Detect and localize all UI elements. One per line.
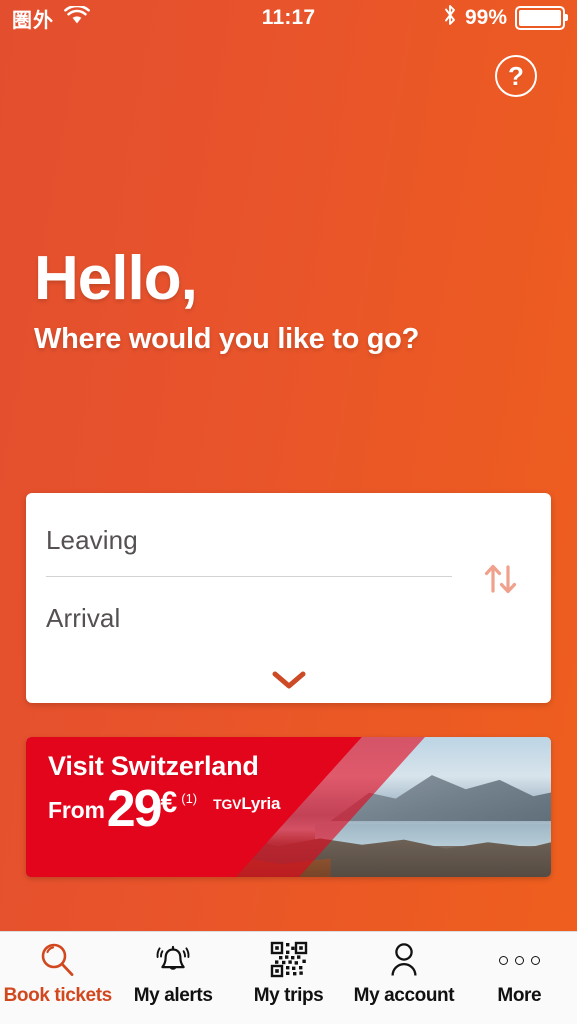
battery-full-icon	[515, 6, 568, 30]
dot	[530, 955, 540, 965]
wifi-icon	[64, 4, 90, 31]
tab-my-trips[interactable]: My trips	[231, 941, 346, 1007]
promo-from-label: From	[48, 797, 105, 823]
tab-label: Book tickets	[3, 985, 113, 1006]
promo-price-row: From 29 € (1) TGVLyria	[48, 780, 281, 839]
swap-vertical-arrows-icon[interactable]	[477, 555, 525, 603]
battery-percent-label: 99%	[464, 6, 507, 29]
leaving-input[interactable]: Leaving	[46, 525, 138, 556]
search-magnifier-icon	[38, 941, 78, 979]
promo-amount: 29	[106, 780, 163, 839]
field-divider	[46, 576, 452, 577]
status-bar-clock: 11:17	[261, 6, 316, 29]
search-card: Leaving Arrival	[26, 493, 551, 703]
three-dots-icon	[498, 941, 540, 979]
qr-code-icon	[269, 941, 309, 979]
chevron-down-icon	[272, 671, 305, 689]
tab-label: My alerts	[133, 985, 213, 1006]
lake-graphic	[314, 823, 551, 847]
promo-currency: €	[160, 786, 178, 819]
promo-banner[interactable]: Visit Switzerland From 29 € (1) TGVLyria	[26, 737, 551, 877]
arrival-input[interactable]: Arrival	[46, 603, 120, 634]
bluetooth-icon	[443, 4, 457, 32]
status-bar: 圏外 11:17 99%	[0, 0, 577, 36]
tab-my-alerts[interactable]: My alerts	[115, 941, 230, 1007]
dot	[514, 955, 524, 965]
tab-label: My trips	[253, 985, 324, 1006]
status-bar-left: 圏外	[12, 4, 262, 33]
promo-content: Visit Switzerland From 29 € (1) TGVLyria	[48, 751, 281, 839]
status-bar-right: 99%	[315, 4, 568, 32]
dot	[498, 955, 508, 965]
tab-book-tickets[interactable]: Book tickets	[0, 941, 115, 1007]
help-circle-icon[interactable]: ?	[495, 55, 537, 97]
bell-ringing-icon	[152, 941, 194, 979]
tab-label: My account	[353, 985, 455, 1006]
brand-prefix: TGV	[213, 796, 242, 812]
hero-greeting-block: Hello, Where would you like to go?	[34, 248, 419, 356]
person-icon	[384, 941, 424, 979]
page-title: Hello,	[34, 244, 198, 313]
expand-options-button[interactable]	[26, 667, 551, 693]
app-screen: 圏外 11:17 99% ? Hello, Where would you li…	[0, 0, 577, 1024]
promo-footnote: (1)	[181, 791, 198, 806]
tab-my-account[interactable]: My account	[346, 941, 461, 1007]
tab-more[interactable]: More	[462, 941, 577, 1007]
tgv-lyria-logo: TGVLyria	[213, 794, 280, 834]
carrier-label: 圏外	[12, 9, 54, 32]
page-subtitle: Where would you like to go?	[34, 323, 420, 355]
brand-name: Lyria	[241, 794, 281, 813]
promo-title: Visit Switzerland	[48, 751, 259, 781]
bottom-tab-bar: Book tickets My alerts My trips My accou…	[0, 931, 577, 1024]
tab-label: More	[497, 985, 542, 1006]
